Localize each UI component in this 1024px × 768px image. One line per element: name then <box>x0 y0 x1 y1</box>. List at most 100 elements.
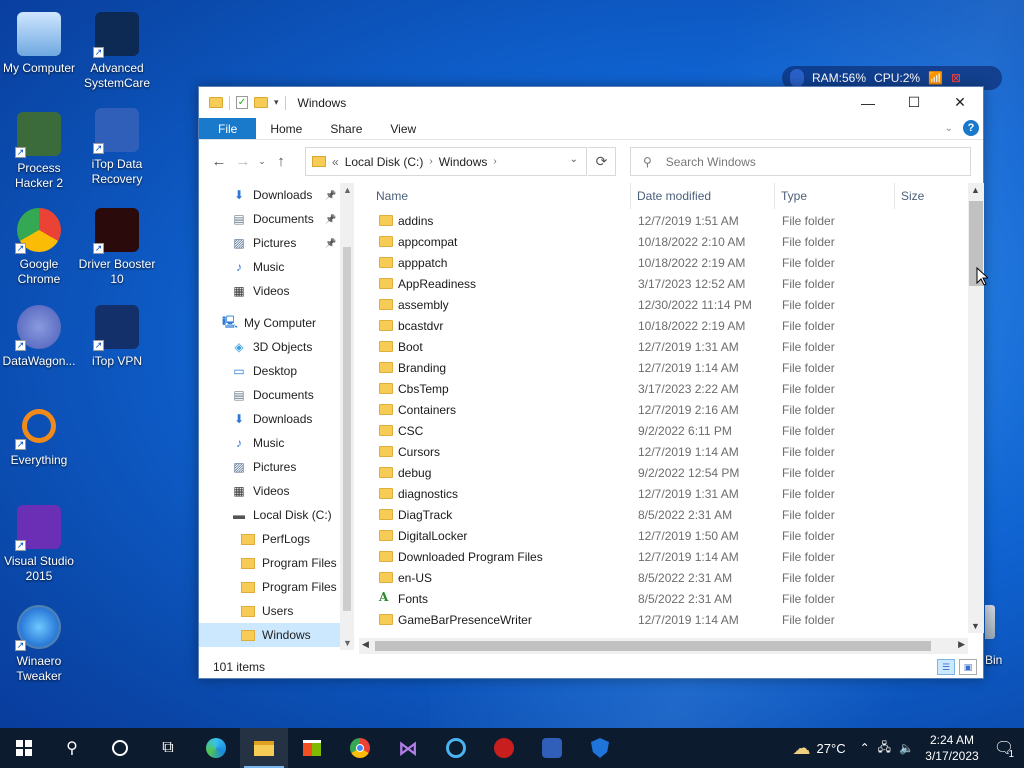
taskbar-itop-data-recovery[interactable] <box>528 728 576 768</box>
file-row[interactable]: addins 12/7/2019 1:51 AM File folder <box>364 211 984 232</box>
details-view-button[interactable]: ☰ <box>937 659 955 675</box>
file-row[interactable]: Cursors 12/7/2019 1:14 AM File folder <box>364 442 984 463</box>
scroll-left-icon[interactable]: ◀ <box>362 639 369 650</box>
file-list-vertical-scrollbar[interactable]: ▲ ▼ <box>968 183 984 633</box>
file-row[interactable]: DiagTrack 8/5/2022 2:31 AM File folder <box>364 505 984 526</box>
nav-item[interactable]: ♪ Music <box>199 431 354 455</box>
new-folder-icon[interactable] <box>254 97 268 108</box>
taskbar-advanced-systemcare[interactable] <box>432 728 480 768</box>
breadcrumb-local-disk[interactable]: Local Disk (C:) <box>345 155 424 169</box>
taskbar-driver-booster[interactable] <box>480 728 528 768</box>
scroll-right-icon[interactable]: ▶ <box>958 639 965 650</box>
weather-temperature[interactable]: 27°C <box>817 741 846 756</box>
nav-item[interactable]: 🖳 My Computer <box>199 311 354 335</box>
address-prefix[interactable]: « <box>332 155 339 169</box>
file-row[interactable]: DigitalLocker 12/7/2019 1:50 AM File folde… <box>364 526 984 547</box>
scroll-down-icon[interactable]: ▼ <box>971 621 980 631</box>
desktop-icon-visual-studio[interactable]: ↗ Visual Studio 2015 <box>0 503 78 584</box>
desktop-icon-datawagon[interactable]: ↗ DataWagon... <box>0 303 78 369</box>
search-input[interactable]: Search Windows <box>666 155 756 169</box>
back-button[interactable]: ← <box>207 149 231 173</box>
properties-icon[interactable]: ✓ <box>236 96 248 109</box>
scroll-down-icon[interactable]: ▼ <box>343 638 352 648</box>
large-icons-view-button[interactable]: ▣ <box>959 659 977 675</box>
nav-item[interactable]: Windows <box>199 623 354 647</box>
file-row[interactable]: CbsTemp 3/17/2023 2:22 AM File folder <box>364 379 984 400</box>
chevron-right-icon[interactable]: › <box>429 156 432 167</box>
taskbar-file-explorer[interactable] <box>240 728 288 768</box>
maximize-button[interactable]: ☐ <box>891 87 937 118</box>
taskbar-edge[interactable] <box>192 728 240 768</box>
network-icon[interactable]: 🖧 <box>878 738 891 759</box>
file-row[interactable]: Boot 12/7/2019 1:31 AM File folder <box>364 337 984 358</box>
tab-file[interactable]: File <box>199 118 257 139</box>
column-date-modified[interactable]: Date modified <box>637 189 711 203</box>
nav-item[interactable]: Program Files ( <box>199 575 354 599</box>
search-button[interactable]: ⚲ <box>48 728 96 768</box>
nav-item[interactable]: ▭ Desktop <box>199 359 354 383</box>
refresh-button[interactable]: ⟳ <box>588 147 616 176</box>
column-size[interactable]: Size <box>901 189 924 203</box>
clock[interactable]: 2:24 AM 3/17/2023 <box>920 732 984 764</box>
nav-item[interactable]: ⬇ Downloads 📌 <box>199 183 354 207</box>
file-row[interactable]: AppReadiness 3/17/2023 12:52 AM File folde… <box>364 274 984 295</box>
scroll-thumb[interactable] <box>343 247 351 611</box>
nav-item[interactable]: ▨ Pictures 📌 <box>199 231 354 255</box>
desktop-icon-advanced-systemcare[interactable]: ↗ Advanced SystemCare <box>78 10 156 91</box>
nav-item[interactable]: ▬ Local Disk (C:) <box>199 503 354 527</box>
nav-item[interactable]: PerfLogs <box>199 527 354 551</box>
notification-center-button[interactable]: 🗨 1 <box>984 728 1024 768</box>
file-row[interactable]: Downloaded Program Files 12/7/2019 1:14 A… <box>364 547 984 568</box>
scroll-up-icon[interactable]: ▲ <box>343 185 352 195</box>
recycle-bin-partial[interactable]: Bin <box>985 605 1002 667</box>
file-row[interactable]: appcompat 10/18/2022 2:10 AM File folder <box>364 232 984 253</box>
desktop-icon-everything-search[interactable]: ↗ Everything <box>0 402 78 468</box>
nav-item[interactable]: Users <box>199 599 354 623</box>
nav-item[interactable]: ⬇ Downloads <box>199 407 354 431</box>
file-row[interactable]: bcastdvr 10/18/2022 2:19 AM File folder <box>364 316 984 337</box>
desktop-icon-process-hacker[interactable]: ↗ Process Hacker 2 <box>0 110 78 191</box>
taskbar-visual-studio[interactable]: ⋈ <box>384 728 432 768</box>
desktop-icon-itop-data-recovery[interactable]: ↗ iTop Data Recovery <box>78 106 156 187</box>
tab-share[interactable]: Share <box>316 118 376 139</box>
start-button[interactable] <box>0 728 48 768</box>
tab-view[interactable]: View <box>376 118 430 139</box>
address-bar[interactable]: « Local Disk (C:) › Windows › ⌄ <box>305 147 587 176</box>
desktop-icon-driver-booster[interactable]: ↗ Driver Booster 10 <box>78 206 156 287</box>
qat-dropdown-icon[interactable]: ▾ <box>274 97 279 108</box>
nav-item[interactable]: Program Files <box>199 551 354 575</box>
taskbar-chrome[interactable] <box>336 728 384 768</box>
file-row[interactable]: assembly 12/30/2022 11:14 PM File folder <box>364 295 984 316</box>
file-row[interactable]: diagnostics 12/7/2019 1:31 AM File folder <box>364 484 984 505</box>
nav-pane-scrollbar[interactable]: ▲ ▼ <box>340 183 354 650</box>
nav-item[interactable]: ♪ Music <box>199 255 354 279</box>
nav-item[interactable]: ▦ Videos <box>199 479 354 503</box>
chevron-right-icon[interactable]: › <box>493 156 496 167</box>
file-row[interactable]: Containers 12/7/2019 2:16 AM File folder <box>364 400 984 421</box>
nav-item[interactable]: ▤ Documents <box>199 383 354 407</box>
nav-item[interactable]: ▤ Documents 📌 <box>199 207 354 231</box>
desktop-icon-chrome[interactable]: ↗ Google Chrome <box>0 206 78 287</box>
taskbar-itop-vpn[interactable] <box>576 728 624 768</box>
close-button[interactable]: ✕ <box>937 87 983 118</box>
weather-cloud-icon[interactable]: ☁ <box>793 738 811 759</box>
column-type[interactable]: Type <box>781 189 807 203</box>
cortana-button[interactable] <box>96 728 144 768</box>
help-icon[interactable]: ? <box>963 120 979 136</box>
expand-ribbon-icon[interactable]: ⌄ <box>945 123 953 134</box>
volume-icon[interactable]: 🔈 <box>899 741 914 755</box>
desktop-icon-monitor[interactable]: My Computer <box>0 10 78 76</box>
breadcrumb-windows[interactable]: Windows <box>439 155 488 169</box>
file-row[interactable]: debug 9/2/2022 12:54 PM File folder <box>364 463 984 484</box>
forward-button[interactable]: → <box>231 149 255 173</box>
taskbar-store[interactable] <box>288 728 336 768</box>
file-row[interactable]: A Fonts 8/5/2022 2:31 AM File folder <box>364 589 984 610</box>
file-row[interactable]: GameBarPresenceWriter 12/7/2019 1:14 AM Fi… <box>364 610 984 631</box>
file-list-horizontal-scrollbar[interactable]: ◀ ▶ <box>359 638 968 654</box>
task-view-button[interactable]: ⧉ <box>144 728 192 768</box>
scroll-thumb[interactable] <box>375 641 931 651</box>
file-row[interactable]: Branding 12/7/2019 1:14 AM File folder <box>364 358 984 379</box>
show-hidden-icons-icon[interactable]: ⌃ <box>860 741 870 755</box>
recent-locations-icon[interactable]: ⌄ <box>255 149 269 173</box>
nav-item[interactable]: ◈ 3D Objects <box>199 335 354 359</box>
